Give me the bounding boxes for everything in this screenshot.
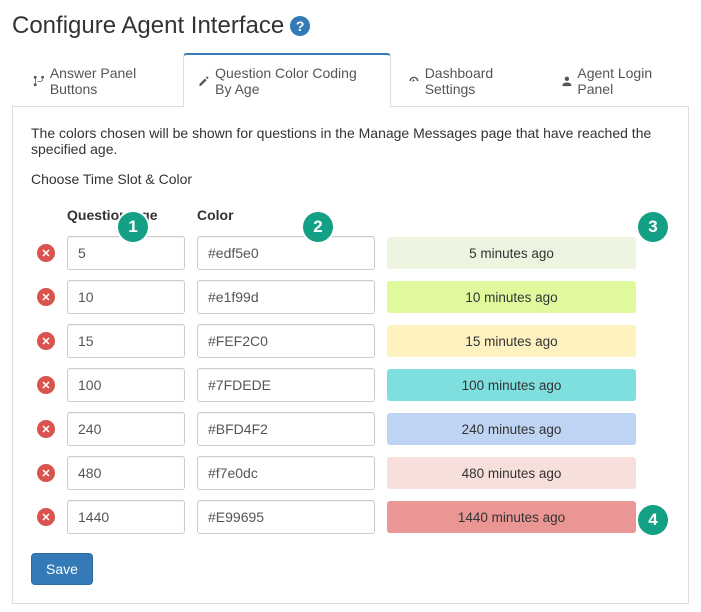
tab-content: The colors chosen will be shown for ques… <box>12 107 689 604</box>
page-title: Configure Agent Interface ? <box>12 12 689 40</box>
color-preview: 1440 minutes ago <box>387 501 636 533</box>
color-hex-input[interactable] <box>197 412 375 446</box>
table-row: ✕ 10 minutes ago <box>31 275 670 319</box>
delete-row-button[interactable]: ✕ <box>37 464 55 482</box>
question-age-input[interactable] <box>67 280 185 314</box>
delete-row-button[interactable]: ✕ <box>37 288 55 306</box>
color-hex-input[interactable] <box>197 500 375 534</box>
delete-row-button[interactable]: ✕ <box>37 420 55 438</box>
delete-row-button[interactable]: ✕ <box>37 376 55 394</box>
table-row: ✕ 15 minutes ago <box>31 319 670 363</box>
subhead: Choose Time Slot & Color <box>31 171 670 187</box>
color-preview: 15 minutes ago <box>387 325 636 357</box>
tab-label: Answer Panel Buttons <box>50 65 166 97</box>
question-age-input[interactable] <box>67 500 185 534</box>
dashboard-icon <box>408 74 420 88</box>
color-hex-input[interactable] <box>197 236 375 270</box>
color-hex-input[interactable] <box>197 280 375 314</box>
callout-2: 2 <box>303 212 333 242</box>
question-age-input[interactable] <box>67 324 185 358</box>
help-icon[interactable]: ? <box>290 16 310 36</box>
user-icon <box>561 74 573 88</box>
branch-icon <box>33 74 45 88</box>
color-preview: 5 minutes ago <box>387 237 636 269</box>
col-header-color: Color <box>191 201 381 231</box>
table-row: ✕ 100 minutes ago <box>31 363 670 407</box>
question-age-input[interactable] <box>67 368 185 402</box>
table-row: ✕1440 minutes ago+ <box>31 495 670 539</box>
save-button[interactable]: Save <box>31 553 93 585</box>
pencil-icon <box>198 74 210 88</box>
tab-label: Dashboard Settings <box>425 65 529 97</box>
delete-row-button[interactable]: ✕ <box>37 508 55 526</box>
question-age-input[interactable] <box>67 236 185 270</box>
color-preview: 100 minutes ago <box>387 369 636 401</box>
callout-4: 4 <box>638 505 668 535</box>
tab-label: Question Color Coding By Age <box>215 65 376 97</box>
page-title-text: Configure Agent Interface <box>12 12 284 40</box>
tabs: Answer Panel Buttons Question Color Codi… <box>12 52 689 107</box>
color-rows-table: Question Age Color ✕5 minutes ago✕10 min… <box>31 201 670 539</box>
tab-question-color-coding[interactable]: Question Color Coding By Age <box>183 53 391 107</box>
tab-agent-login-panel[interactable]: Agent Login Panel <box>546 53 689 107</box>
description: The colors chosen will be shown for ques… <box>31 125 670 157</box>
color-preview: 10 minutes ago <box>387 281 636 313</box>
delete-row-button[interactable]: ✕ <box>37 332 55 350</box>
callout-1: 1 <box>118 212 148 242</box>
color-preview: 480 minutes ago <box>387 457 636 489</box>
table-row: ✕ 240 minutes ago <box>31 407 670 451</box>
question-age-input[interactable] <box>67 412 185 446</box>
color-hex-input[interactable] <box>197 456 375 490</box>
color-hex-input[interactable] <box>197 324 375 358</box>
table-row: ✕ 480 minutes ago <box>31 451 670 495</box>
color-hex-input[interactable] <box>197 368 375 402</box>
question-age-input[interactable] <box>67 456 185 490</box>
color-preview: 240 minutes ago <box>387 413 636 445</box>
tab-dashboard-settings[interactable]: Dashboard Settings <box>393 53 544 107</box>
callout-3: 3 <box>638 212 668 242</box>
tab-answer-panel-buttons[interactable]: Answer Panel Buttons <box>18 53 181 107</box>
delete-row-button[interactable]: ✕ <box>37 244 55 262</box>
tab-label: Agent Login Panel <box>577 65 674 97</box>
